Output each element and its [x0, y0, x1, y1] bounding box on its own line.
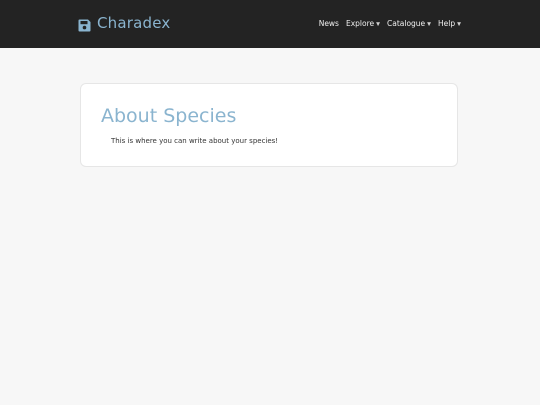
nav-item-explore[interactable]: Explore ▼ [346, 18, 380, 30]
chevron-down-icon: ▼ [376, 21, 380, 28]
nav-item-label: Help [438, 19, 456, 28]
nav-item-catalogue[interactable]: Catalogue ▼ [387, 18, 431, 30]
nav-item-label: Explore [345, 19, 375, 28]
nav-item-news[interactable]: News [319, 18, 339, 30]
brand-name: Charadex [97, 14, 171, 32]
main-nav: News Explore ▼ Catalogue ▼ Help ▼ [319, 18, 461, 30]
floppy-disk-icon [78, 17, 91, 31]
brand-link[interactable]: Charadex [78, 13, 171, 33]
chevron-down-icon: ▼ [457, 21, 461, 28]
page-title: About Species [101, 105, 237, 127]
page-body-text: This is where you can write about your s… [111, 137, 279, 145]
nav-item-label: News [318, 19, 339, 28]
chevron-down-icon: ▼ [427, 21, 432, 28]
nav-item-help[interactable]: Help ▼ [438, 18, 461, 30]
top-navbar: Charadex News Explore ▼ Catalogue ▼ Help… [0, 0, 540, 48]
nav-item-label: Catalogue [387, 19, 426, 28]
content-card: About Species This is where you can writ… [80, 83, 458, 167]
